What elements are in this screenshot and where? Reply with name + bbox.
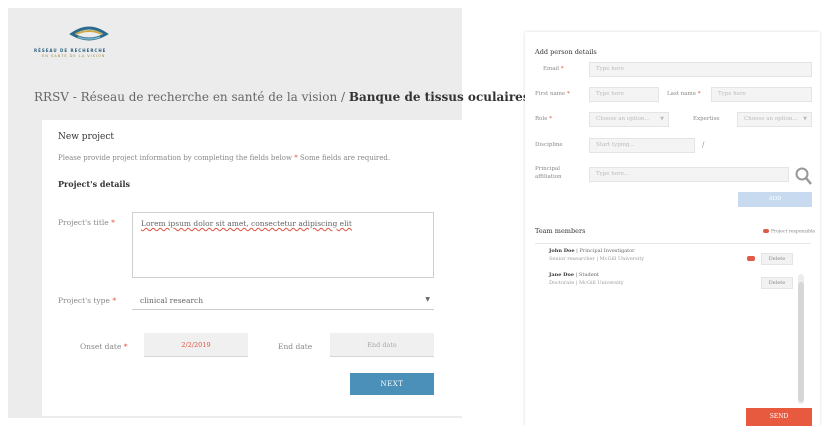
discipline-separator: / (702, 141, 705, 149)
member-name: John Doe (549, 248, 575, 254)
onset-label: Onset date * (80, 342, 128, 351)
page-title-bold: Banque de tissus oculaires (348, 90, 530, 104)
member-detail: Senior researcher | McGill University (549, 256, 645, 262)
affiliation-field[interactable]: Type here... (589, 167, 789, 182)
discipline-label: Discipline (535, 142, 563, 148)
project-form-panel: RÉSEAU DE RECHERCHE EN SANTÉ DE LA VISIO… (8, 8, 530, 418)
last-name-field[interactable]: Type here (711, 87, 812, 102)
responsible-icon (763, 229, 769, 233)
project-title-value: Lorem ipsum dolor sit amet, consectetur … (141, 219, 352, 228)
project-details-heading: Project's details (58, 179, 130, 189)
required-star: * (112, 296, 117, 305)
first-name-field[interactable]: Type here (589, 87, 659, 102)
add-person-button[interactable]: ADD (738, 192, 812, 207)
person-panel: Add person details Email * Type here Fir… (525, 32, 820, 426)
first-name-label: First name * (535, 91, 570, 97)
expertise-placeholder: Choose an option... (744, 116, 798, 122)
role-label-text: Role (535, 116, 548, 122)
description-text: Please provide project information by co… (58, 154, 292, 162)
team-members-heading: Team members (535, 227, 586, 235)
form-description: Please provide project information by co… (58, 153, 398, 163)
member-detail: Doctorate | McGill University (549, 280, 624, 286)
first-name-label-text: First name (535, 91, 566, 97)
page-title-prefix: RRSV - Réseau de recherche en santé de l… (34, 90, 349, 104)
eye-logo-icon (69, 26, 109, 41)
email-label: Email * (543, 66, 564, 72)
onset-date-input[interactable]: 2/2/2019 (144, 333, 248, 357)
expertise-select[interactable]: Choose an option... ▼ (737, 112, 812, 127)
expertise-label: Expertise (693, 116, 720, 122)
member-role: Principal Investigator (579, 248, 635, 254)
next-button[interactable]: NEXT (350, 373, 434, 395)
required-note: Some fields are required. (299, 154, 391, 162)
page-title: RRSV - Réseau de recherche en santé de l… (34, 90, 530, 104)
member-name: Jane Doe (549, 272, 575, 278)
role-select[interactable]: Choose an option... ▼ (589, 112, 669, 127)
list-item: John Doe | Principal Investigator Senior… (549, 248, 645, 262)
chevron-down-icon: ▼ (803, 116, 807, 122)
required-star: * (549, 116, 552, 122)
project-title-input[interactable]: Lorem ipsum dolor sit amet, consectetur … (132, 212, 434, 278)
logo-text-line2: EN SANTÉ DE LA VISION (42, 54, 106, 58)
legend-text: Project responsible (771, 229, 816, 235)
search-icon[interactable] (795, 166, 813, 186)
new-project-heading: New project (58, 132, 115, 142)
scrollbar-thumb[interactable] (798, 282, 804, 402)
title-label: Project's title * (58, 218, 115, 227)
required-star: * (560, 66, 564, 72)
discipline-field[interactable]: Start typing... (589, 138, 695, 153)
required-star: * (111, 218, 115, 227)
add-person-heading: Add person details (535, 48, 597, 56)
delete-button[interactable]: Delete (761, 277, 793, 289)
last-name-label-text: Last name (667, 91, 697, 97)
type-label-text: Project's type (58, 296, 110, 305)
email-field[interactable]: Type here (589, 62, 812, 77)
end-date-input[interactable]: End date (330, 333, 434, 357)
required-star: * (697, 91, 701, 97)
onset-label-text: Onset date (80, 342, 122, 351)
role-placeholder: Choose an option... (596, 116, 650, 122)
send-button[interactable]: SEND (746, 408, 812, 426)
required-star: * (567, 91, 570, 97)
project-responsible-legend: Project responsible (763, 229, 815, 235)
list-item: Jane Doe | Student Doctorate | McGill Un… (549, 272, 624, 286)
type-label: Project's type * (58, 296, 116, 305)
email-label-text: Email (543, 66, 560, 72)
chevron-down-icon: ▼ (425, 296, 430, 303)
project-type-select[interactable]: clinical research ▼ (132, 292, 434, 310)
member-role: Student (578, 272, 599, 278)
delete-button[interactable]: Delete (761, 253, 793, 265)
team-members-list: John Doe | Principal Investigator Senior… (535, 243, 811, 407)
chevron-down-icon: ▼ (660, 116, 664, 122)
affiliation-label-line1: Principal (535, 166, 561, 172)
end-date-label: End date (278, 342, 313, 351)
new-project-card: New project Please provide project infor… (42, 120, 468, 416)
required-star: * (294, 154, 298, 162)
affiliation-label-line2: affiliation (535, 174, 562, 180)
last-name-label: Last name * (667, 91, 701, 97)
title-label-text: Project's title (58, 218, 109, 227)
role-label: Role * (535, 116, 552, 122)
scrollbar[interactable] (798, 274, 804, 404)
project-type-value: clinical research (140, 296, 204, 305)
responsible-icon[interactable] (747, 256, 755, 261)
logo-text-line1: RÉSEAU DE RECHERCHE (34, 48, 107, 53)
principal-affiliation-label: Principal affiliation (535, 165, 562, 181)
required-star: * (123, 342, 128, 351)
